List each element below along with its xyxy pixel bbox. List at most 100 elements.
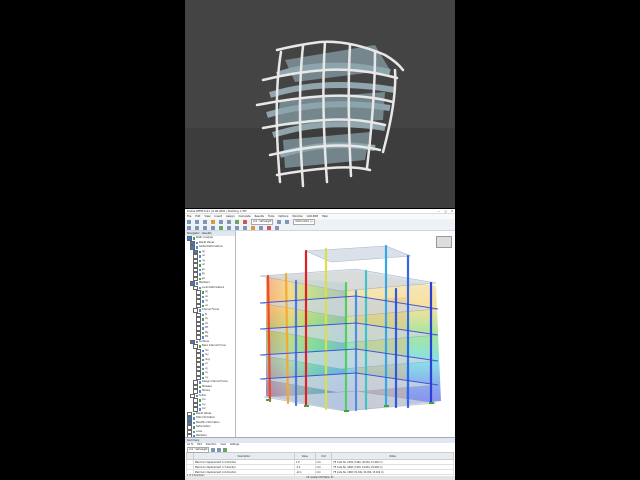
results-panel: Summary Go To Edit Selection View Settin… [185, 437, 455, 480]
open-icon[interactable] [195, 220, 199, 224]
deformed-model-render [185, 0, 455, 208]
result-type-icon [201, 291, 204, 294]
menu-insert[interactable]: Insert [215, 215, 222, 218]
view-z-icon[interactable] [243, 225, 247, 230]
previous-icon[interactable] [277, 220, 282, 224]
result-type-icon [195, 394, 198, 397]
rfem-window: Dlubal RFEM 6.01 | 6.06.0001 | Building … [185, 209, 455, 480]
result-type-icon [198, 385, 201, 388]
result-type-icon [198, 408, 201, 411]
maximize-button[interactable]: □ [444, 210, 446, 213]
result-type-icon [201, 363, 204, 366]
view-iso-icon[interactable] [219, 225, 223, 230]
prev-table-icon[interactable] [211, 447, 216, 452]
export-icon[interactable] [223, 447, 228, 452]
result-type-icon [201, 318, 204, 321]
menu-results[interactable]: Results [255, 215, 264, 218]
result-type-icon [192, 421, 195, 424]
col-value: Value [294, 452, 316, 460]
result-type-icon [195, 241, 198, 244]
result-type-icon [198, 309, 201, 312]
rotate-icon[interactable] [203, 225, 207, 230]
result-type-icon [201, 367, 204, 370]
menu-help[interactable]: Help [322, 215, 328, 218]
result-type-icon [192, 430, 195, 433]
undo-icon[interactable] [219, 220, 223, 224]
menu-options[interactable]: Options [278, 215, 288, 218]
result-type-icon [201, 376, 204, 379]
result-type-icon [198, 399, 201, 402]
next-table-icon[interactable] [217, 447, 222, 452]
navigator-tree: Static Analysis Result Values Global Defor… [185, 236, 235, 437]
result-type-icon [201, 327, 204, 330]
calculate-icon[interactable] [235, 220, 239, 224]
result-type-icon [201, 300, 204, 303]
menu-file[interactable]: File [187, 215, 191, 218]
menu-window[interactable]: Window [292, 215, 302, 218]
result-type-icon [198, 381, 201, 384]
view-x-icon[interactable] [227, 225, 231, 230]
result-type-icon [201, 304, 204, 307]
result-type-icon [198, 345, 201, 348]
zoom-icon[interactable] [195, 225, 199, 230]
wireframe-structure [185, 40, 455, 208]
result-type-icon [198, 250, 201, 253]
result-type-icon [201, 358, 204, 361]
result-type-icon [198, 403, 201, 406]
next-icon[interactable] [285, 220, 290, 224]
result-type-icon [192, 417, 195, 420]
col-notes: Notes [331, 452, 454, 460]
section-icon[interactable] [267, 225, 271, 230]
result-type-icon [198, 277, 201, 280]
minimize-button[interactable]: — [438, 210, 441, 213]
menu-view[interactable]: View [204, 215, 210, 218]
results-menu-settings[interactable]: Settings [230, 443, 239, 447]
result-type-icon [192, 237, 195, 240]
view-cube[interactable] [436, 236, 452, 248]
menu-calculate[interactable]: Calculate [238, 215, 250, 218]
app-title: Dlubal RFEM 6.01 | 6.06.0001 | Building … [187, 209, 247, 213]
result-type-icon [195, 246, 198, 249]
new-icon[interactable] [187, 220, 191, 224]
result-type-icon [201, 336, 204, 339]
result-type-icon [198, 264, 201, 267]
result-type-icon [198, 286, 201, 289]
status-bar: CS: Global XYZ Plane: XY [185, 476, 455, 480]
display-icon[interactable] [275, 225, 279, 230]
redo-icon[interactable] [227, 220, 231, 224]
view-y-icon[interactable] [235, 225, 239, 230]
3d-viewport[interactable] [236, 231, 455, 437]
building-results-render [259, 244, 441, 413]
col-description: Description [192, 452, 296, 460]
result-type-icon [192, 412, 195, 415]
print-icon[interactable] [211, 220, 215, 224]
result-type-icon [195, 282, 198, 285]
wireframe-icon[interactable] [259, 225, 263, 230]
result-type-icon [192, 426, 195, 429]
pan-icon[interactable] [211, 225, 215, 230]
render-icon[interactable] [251, 225, 255, 230]
results-menu-view[interactable]: View [220, 443, 225, 447]
menu-assign[interactable]: Assign [226, 215, 235, 218]
result-type-icon [201, 349, 204, 352]
col-empty [186, 452, 194, 460]
save-icon[interactable] [203, 220, 207, 224]
results-icon[interactable] [243, 220, 247, 224]
select-icon[interactable] [187, 225, 191, 230]
result-type-icon [201, 331, 204, 334]
results-load-select[interactable]: LC1 - Self-weight [187, 446, 210, 453]
col-unit: Unit [314, 452, 333, 460]
menu-cad-bim[interactable]: CAD-BIM [307, 215, 318, 218]
result-type-icon [201, 295, 204, 298]
result-type-icon [195, 340, 198, 343]
result-type-icon [201, 372, 204, 375]
close-button[interactable]: ✕ [451, 210, 453, 213]
result-type-icon [198, 390, 201, 393]
result-type-icon [198, 259, 201, 262]
menu-edit[interactable]: Edit [195, 215, 200, 218]
menu-tools[interactable]: Tools [268, 215, 274, 218]
result-type-icon [198, 273, 201, 276]
result-type-icon [201, 354, 204, 357]
result-type-icon [198, 268, 201, 271]
navigator-panel: Navigator - Results Static Analysis Resul… [185, 231, 236, 437]
